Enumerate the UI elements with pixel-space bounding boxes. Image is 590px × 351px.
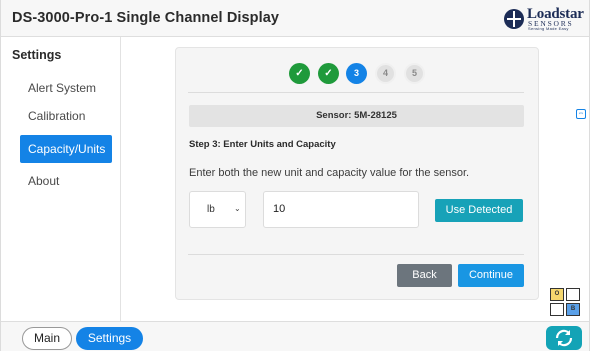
status-cell-b: B <box>566 303 580 316</box>
back-button[interactable]: Back <box>397 264 452 287</box>
footer-bar: Main Settings <box>1 321 589 351</box>
step-2-check-icon: ✓ <box>318 63 339 84</box>
unit-select[interactable]: lb ⌄ <box>189 191 246 228</box>
sidebar-item-capacity-units[interactable]: Capacity/Units <box>20 135 112 163</box>
main-button[interactable]: Main <box>22 327 72 350</box>
step-title: Step 3: Enter Units and Capacity <box>189 139 336 150</box>
loadstar-logo: Loadstar SENSORS Sensing Made Easy <box>504 6 584 31</box>
use-detected-button[interactable]: Use Detected <box>435 199 523 222</box>
chevron-down-icon: ⌄ <box>234 204 241 213</box>
refresh-icon <box>555 329 573 347</box>
settings-sidebar: Settings Alert System Calibration Capaci… <box>1 37 121 321</box>
main-content: ✓ ✓ 3 4 5 Sensor: 5M-28125 Step 3: Enter… <box>122 37 589 321</box>
status-cell-empty <box>550 303 564 316</box>
logo-tagline: Sensing Made Easy <box>528 26 569 31</box>
sidebar-item-calibration[interactable]: Calibration <box>20 102 112 130</box>
instruction-text: Enter both the new unit and capacity val… <box>189 167 470 179</box>
step-1-check-icon: ✓ <box>289 63 310 84</box>
wizard-card: ✓ ✓ 3 4 5 Sensor: 5M-28125 Step 3: Enter… <box>175 47 539 300</box>
header-bar: DS-3000-Pro-1 Single Channel Display Loa… <box>1 0 589 37</box>
sidebar-heading: Settings <box>12 48 62 62</box>
refresh-button[interactable] <box>546 326 582 350</box>
expand-icon[interactable]: ⇔ <box>576 109 586 119</box>
capacity-input[interactable]: 10 <box>263 191 419 228</box>
sidebar-item-alert-system[interactable]: Alert System <box>20 74 112 102</box>
divider <box>188 254 524 255</box>
logo-mark-icon <box>504 9 524 29</box>
sensor-label: Sensor: 5M-28125 <box>189 105 524 127</box>
app-title: DS-3000-Pro-1 Single Channel Display <box>12 10 280 26</box>
divider <box>188 92 524 93</box>
unit-select-value: lb <box>207 204 215 215</box>
app-window: DS-3000-Pro-1 Single Channel Display Loa… <box>0 0 590 351</box>
continue-button[interactable]: Continue <box>458 264 524 287</box>
step-5-indicator: 5 <box>404 63 425 84</box>
status-grid[interactable]: O B <box>550 288 582 316</box>
step-3-indicator: 3 <box>346 63 367 84</box>
sidebar-item-about[interactable]: About <box>20 167 112 195</box>
step-4-indicator: 4 <box>375 63 396 84</box>
settings-button[interactable]: Settings <box>76 327 143 350</box>
status-cell-empty <box>566 288 580 301</box>
status-cell-o: O <box>550 288 564 301</box>
